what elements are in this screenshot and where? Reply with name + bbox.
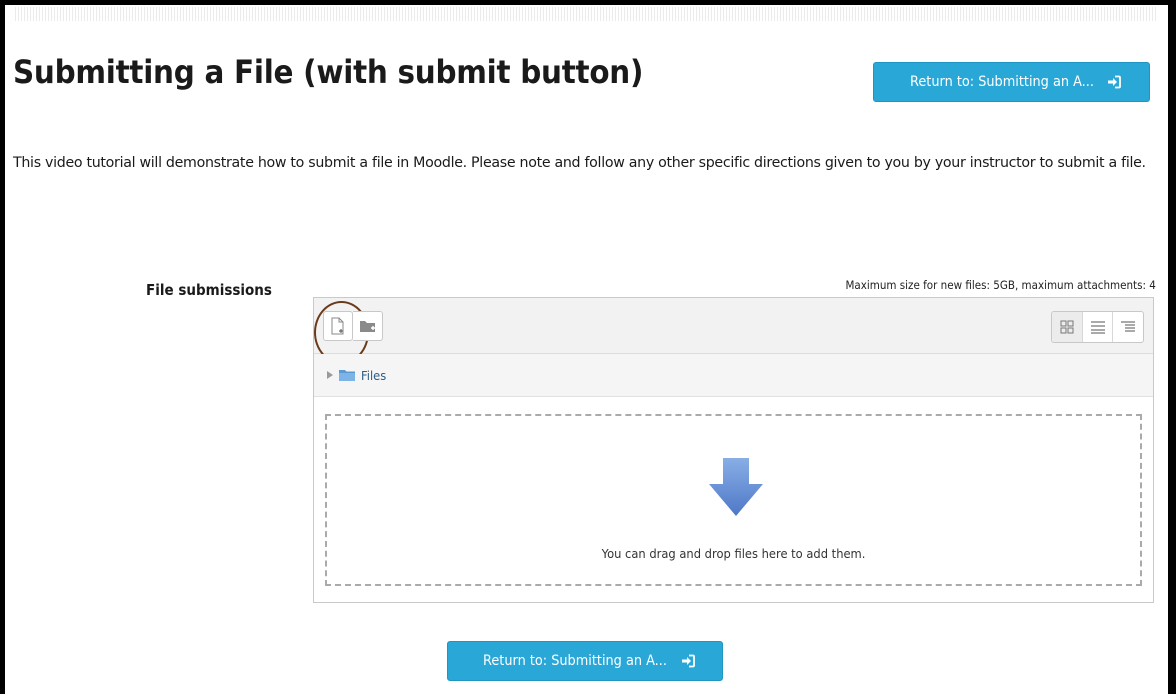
file-manager-toolbar: [314, 298, 1153, 364]
create-folder-button[interactable]: [353, 311, 383, 341]
file-submissions-label: File submissions: [146, 281, 272, 299]
view-tree-button[interactable]: [1112, 312, 1143, 342]
list-icon: [1090, 321, 1105, 334]
sign-in-icon: [1108, 75, 1122, 89]
create-folder-icon: [359, 321, 375, 332]
view-mode-toggle: [1051, 311, 1144, 343]
folder-icon: [339, 370, 355, 381]
top-strip: [15, 7, 1158, 21]
page-title: Submitting a File (with submit button): [13, 53, 644, 91]
file-manager: Files You can drag and drop files here t…: [313, 297, 1154, 603]
return-button-top[interactable]: Return to: Submitting an A...: [873, 62, 1150, 102]
return-button-label: Return to: Submitting an A...: [909, 74, 1094, 90]
folder-files-link[interactable]: Files: [361, 368, 386, 383]
drop-zone-text: You can drag and drop files here to add …: [601, 546, 866, 561]
view-list-button[interactable]: [1081, 312, 1113, 342]
view-icons-button[interactable]: [1052, 312, 1082, 342]
folder-path-bar: Files: [314, 354, 1153, 397]
max-size-note: Maximum size for new files: 5GB, maximum…: [845, 278, 1156, 292]
intro-text: This video tutorial will demonstrate how…: [13, 155, 1146, 171]
add-file-button[interactable]: [314, 301, 369, 364]
return-button-label: Return to: Submitting an A...: [483, 653, 667, 669]
grid-icon: [1060, 320, 1074, 334]
return-button-bottom[interactable]: Return to: Submitting an A...: [447, 641, 723, 681]
down-arrow-icon: [709, 458, 763, 516]
page-frame: Submitting a File (with submit button) R…: [5, 5, 1168, 694]
tree-icon: [1121, 321, 1136, 332]
expand-arrow-icon[interactable]: [327, 371, 333, 379]
drop-zone[interactable]: You can drag and drop files here to add …: [325, 414, 1142, 586]
add-file-icon: [331, 317, 344, 335]
sign-in-icon: [681, 654, 695, 668]
